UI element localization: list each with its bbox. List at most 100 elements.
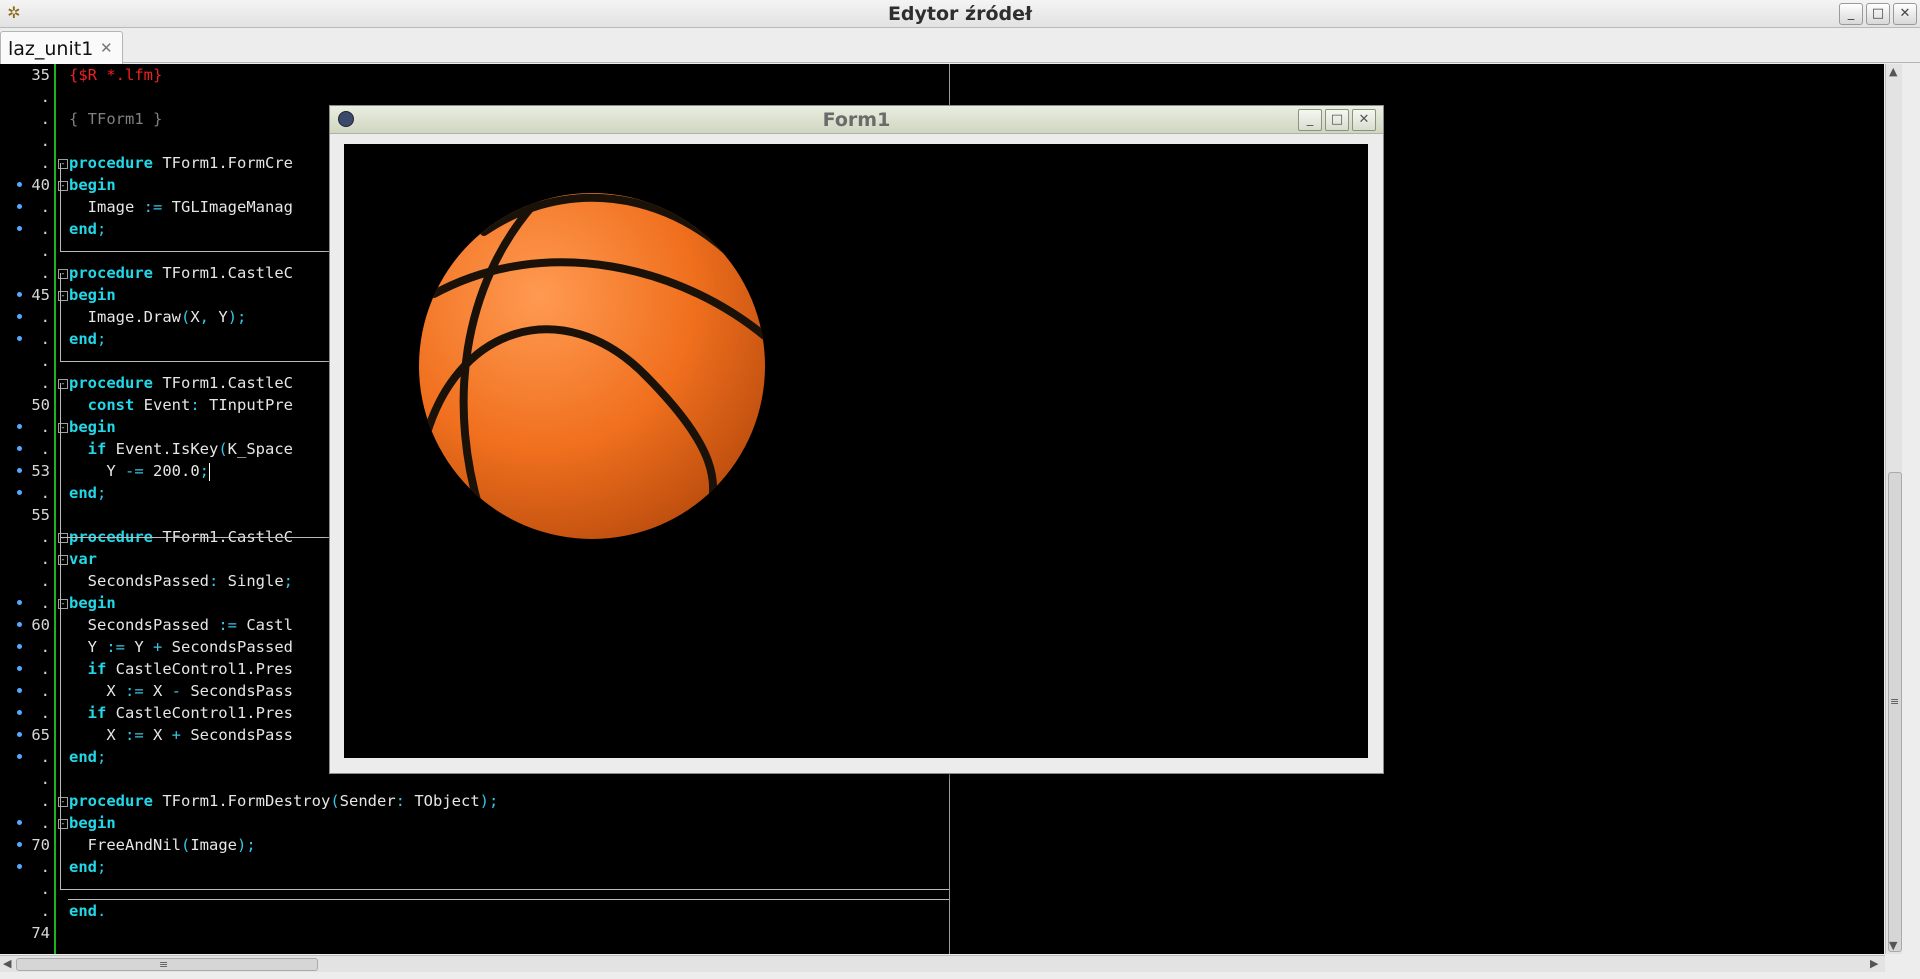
breakpoint-dot-icon[interactable] <box>17 600 22 605</box>
tab-laz-unit1[interactable]: laz_unit1 ✕ <box>0 31 123 64</box>
line-number: 55 <box>31 506 50 524</box>
breakpoint-dot-icon[interactable] <box>17 754 22 759</box>
scroll-right-arrow-icon[interactable]: ▶ <box>1870 957 1878 970</box>
code-token: {$R *.lfm} <box>69 66 163 84</box>
breakpoint-dot-icon[interactable] <box>17 490 22 495</box>
line-number: . <box>40 660 50 678</box>
breakpoint-dot-icon[interactable] <box>17 446 22 451</box>
close-tab-icon[interactable]: ✕ <box>100 39 113 57</box>
line-number: . <box>40 242 50 260</box>
breakpoint-dot-icon[interactable] <box>17 688 22 693</box>
line-number: 35 <box>31 66 50 84</box>
line-number: . <box>40 572 50 590</box>
line-number: . <box>40 858 50 876</box>
breakpoint-dot-icon[interactable] <box>17 732 22 737</box>
line-number: 50 <box>31 396 50 414</box>
line-number: . <box>40 352 50 370</box>
window-title: Edytor źródeł <box>887 3 1033 25</box>
line-number: . <box>40 528 50 546</box>
line-number: . <box>40 484 50 502</box>
vertical-scrollbar[interactable]: ▲ ≡ ▼ <box>1885 64 1902 954</box>
form1-title: Form1 <box>822 109 891 131</box>
breakpoint-dot-icon[interactable] <box>17 336 22 341</box>
line-number: . <box>40 198 50 216</box>
tab-strip: laz_unit1 ✕ <box>0 28 1920 64</box>
code-text: end. <box>69 900 106 922</box>
line-number: 40 <box>31 176 50 194</box>
form1-minimize-button[interactable]: _ <box>1298 109 1322 131</box>
form1-window[interactable]: Form1 _ □ ✕ <box>329 105 1384 774</box>
line-number: . <box>40 770 50 788</box>
basketball-image <box>419 193 765 539</box>
horizontal-scroll-thumb[interactable]: ≡ <box>16 958 318 971</box>
code-token: { TForm1 } <box>69 110 163 128</box>
line-number: . <box>40 814 50 832</box>
breakpoint-dot-icon[interactable] <box>17 468 22 473</box>
code-token: . <box>97 902 107 920</box>
line-number: . <box>40 682 50 700</box>
breakpoint-dot-icon[interactable] <box>17 820 22 825</box>
line-number: 53 <box>31 462 50 480</box>
line-number: . <box>40 154 50 172</box>
form1-maximize-button[interactable]: □ <box>1325 109 1349 131</box>
horizontal-scrollbar[interactable]: ◀ ≡ ▶ <box>0 955 1885 972</box>
breakpoint-dot-icon[interactable] <box>17 622 22 627</box>
line-number: 70 <box>31 836 50 854</box>
line-number: . <box>40 880 50 898</box>
breakpoint-dot-icon[interactable] <box>17 842 22 847</box>
scroll-up-arrow-icon[interactable]: ▲ <box>1889 65 1897 78</box>
grip-icon: ≡ <box>159 958 169 971</box>
castle-control-canvas[interactable] <box>344 144 1368 758</box>
code-line[interactable]: 74 <box>0 922 949 944</box>
scroll-left-arrow-icon[interactable]: ◀ <box>3 957 11 970</box>
vertical-scroll-thumb[interactable]: ≡ <box>1888 472 1902 952</box>
breakpoint-dot-icon[interactable] <box>17 710 22 715</box>
line-number: . <box>40 902 50 920</box>
line-number: . <box>40 440 50 458</box>
maximize-button[interactable]: □ <box>1866 3 1890 25</box>
line-number: . <box>40 220 50 238</box>
line-number: . <box>40 110 50 128</box>
code-text: { TForm1 } <box>69 108 162 130</box>
main-title-bar: ✲ Edytor źródeł _ □ ✕ <box>0 0 1920 28</box>
breakpoint-dot-icon[interactable] <box>17 226 22 231</box>
minimize-button[interactable]: _ <box>1839 3 1863 25</box>
breakpoint-dot-icon[interactable] <box>17 182 22 187</box>
grip-icon: ≡ <box>1890 695 1900 708</box>
form1-close-button[interactable]: ✕ <box>1352 109 1376 131</box>
line-number: 45 <box>31 286 50 304</box>
breakpoint-dot-icon[interactable] <box>17 314 22 319</box>
breakpoint-dot-icon[interactable] <box>17 204 22 209</box>
form1-title-bar[interactable]: Form1 _ □ ✕ <box>330 106 1383 134</box>
line-number: . <box>40 704 50 722</box>
scroll-down-arrow-icon[interactable]: ▼ <box>1889 939 1897 952</box>
breakpoint-dot-icon[interactable] <box>17 424 22 429</box>
code-token: end <box>69 902 97 920</box>
tab-label: laz_unit1 <box>8 38 94 60</box>
line-number: . <box>40 330 50 348</box>
code-line[interactable]: . end. <box>0 900 949 922</box>
line-number: . <box>40 594 50 612</box>
code-line[interactable]: 35 {$R *.lfm} <box>0 64 949 86</box>
line-number: . <box>40 374 50 392</box>
line-number: . <box>40 88 50 106</box>
code-block-border <box>60 801 950 890</box>
line-number: 65 <box>31 726 50 744</box>
line-number: . <box>40 550 50 568</box>
line-number: . <box>40 418 50 436</box>
line-number: . <box>40 792 50 810</box>
line-number: . <box>40 748 50 766</box>
line-number: . <box>40 308 50 326</box>
line-number: . <box>40 264 50 282</box>
close-button[interactable]: ✕ <box>1893 3 1917 25</box>
breakpoint-dot-icon[interactable] <box>17 292 22 297</box>
breakpoint-dot-icon[interactable] <box>17 864 22 869</box>
line-number: 74 <box>31 924 50 942</box>
breakpoint-dot-icon[interactable] <box>17 666 22 671</box>
line-number: 60 <box>31 616 50 634</box>
line-number: . <box>40 132 50 150</box>
code-text: {$R *.lfm} <box>69 64 162 86</box>
line-number: . <box>40 638 50 656</box>
code-block-border <box>68 899 949 900</box>
breakpoint-dot-icon[interactable] <box>17 644 22 649</box>
